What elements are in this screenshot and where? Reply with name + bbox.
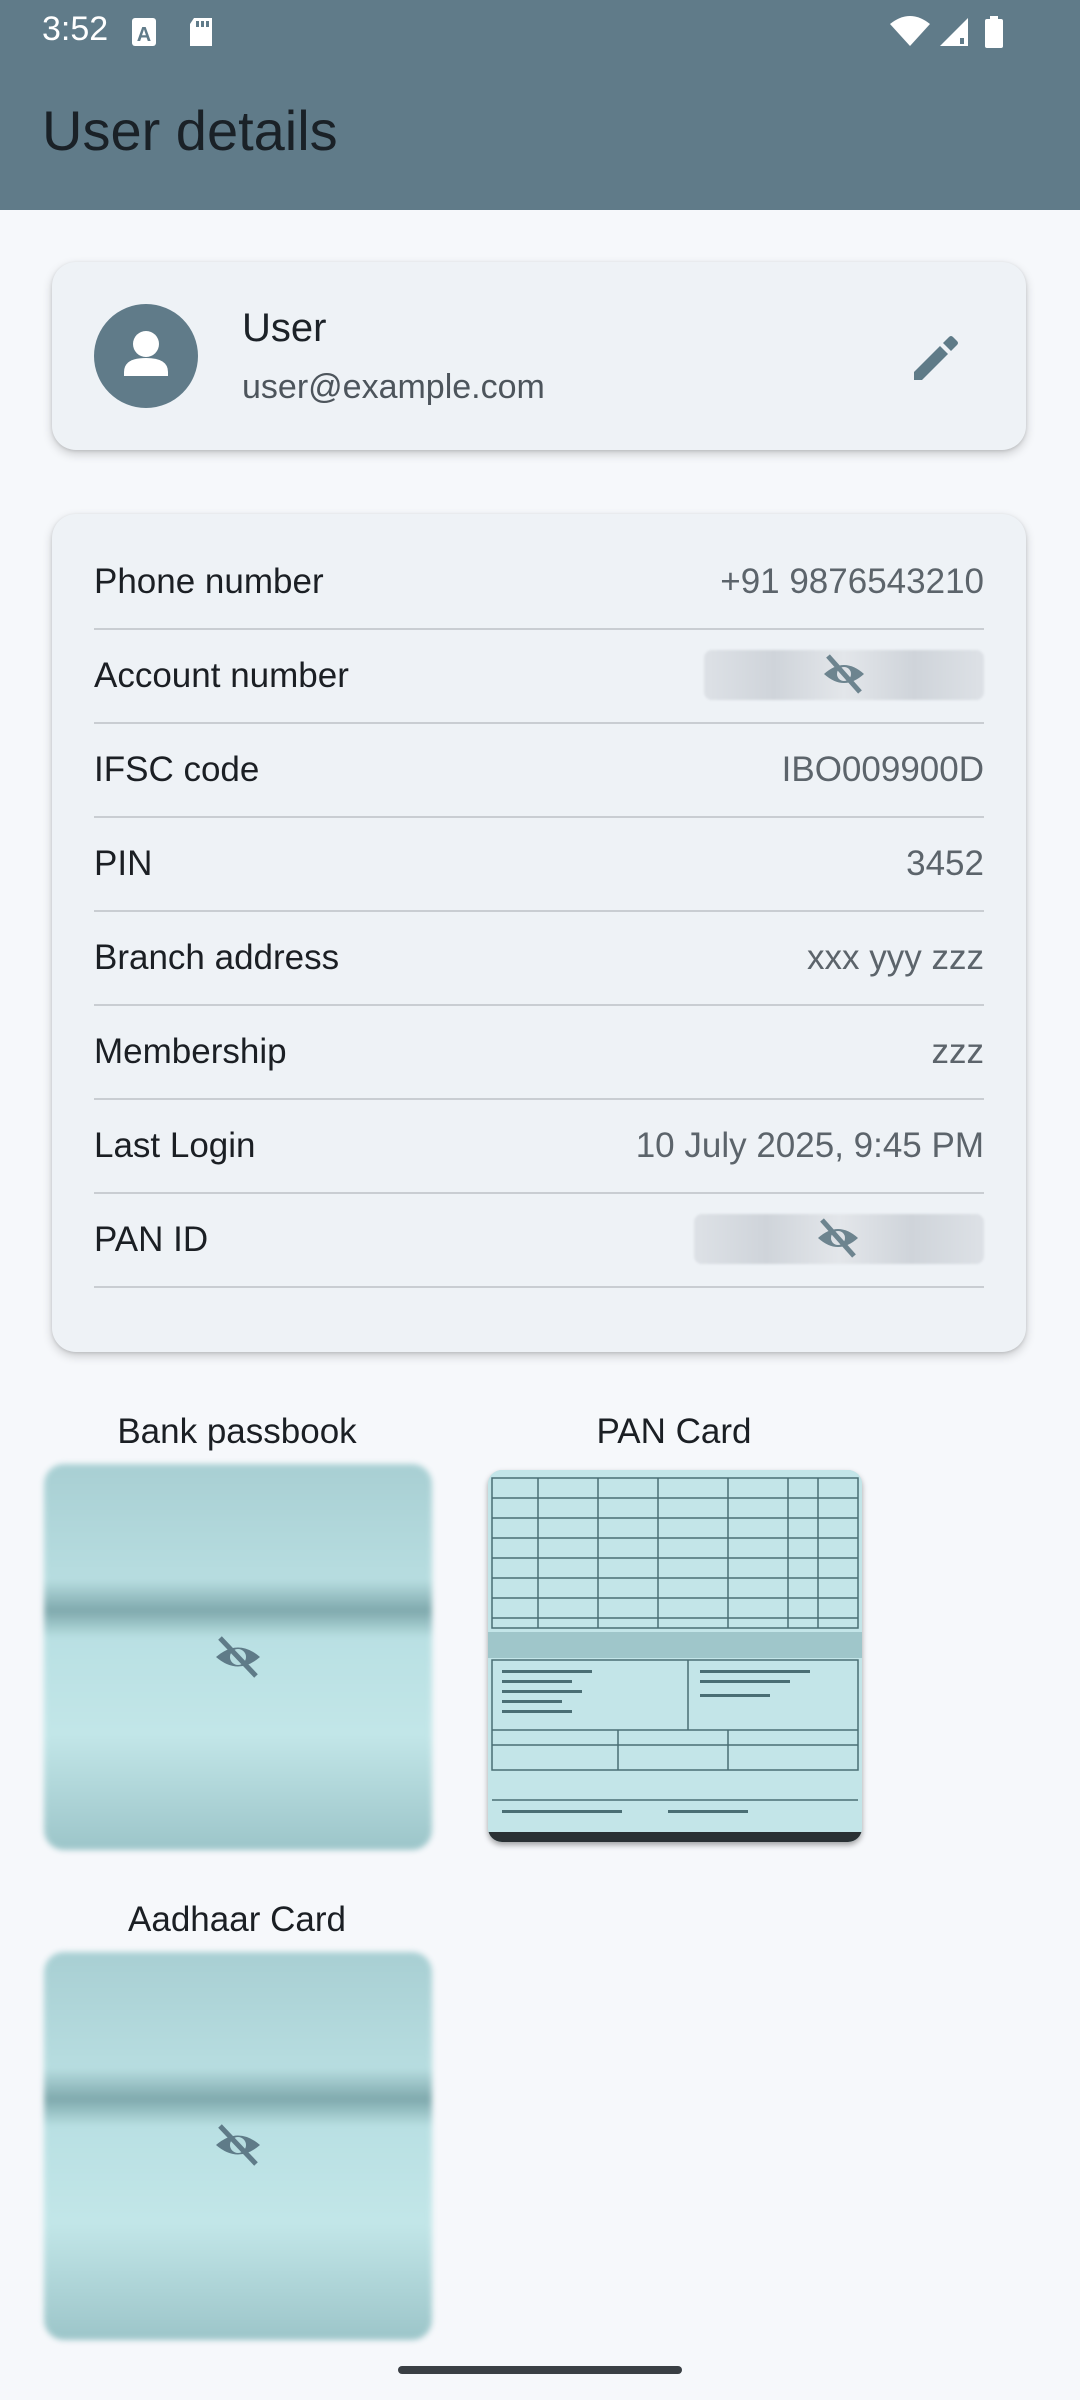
visibility-off-icon[interactable] bbox=[212, 2122, 264, 2168]
visibility-off-icon[interactable] bbox=[820, 652, 868, 696]
detail-row-pin: PIN 3452 bbox=[94, 816, 984, 912]
svg-text:A: A bbox=[137, 24, 151, 46]
detail-value: +91 9876543210 bbox=[720, 562, 984, 601]
detail-row-membership: Membership zzz bbox=[94, 1004, 984, 1100]
pan-card-image[interactable] bbox=[488, 1470, 862, 1842]
detail-label: Branch address bbox=[94, 938, 340, 977]
signal-icon bbox=[938, 14, 972, 50]
detail-value: xxx yyy zzz bbox=[807, 938, 984, 977]
edit-button[interactable] bbox=[908, 330, 964, 386]
visibility-off-icon[interactable] bbox=[814, 1216, 862, 1260]
app-bar: 3:52 A User details bbox=[0, 0, 1080, 210]
profile-card: User user@example.com bbox=[52, 262, 1026, 450]
detail-label: Last Login bbox=[94, 1126, 256, 1165]
sd-card-icon bbox=[186, 14, 216, 50]
detail-label: Phone number bbox=[94, 562, 324, 601]
detail-row-phone: Phone number +91 9876543210 bbox=[94, 534, 984, 630]
detail-row-pan-id: PAN ID bbox=[94, 1192, 984, 1288]
battery-icon bbox=[982, 14, 1006, 50]
page-title: User details bbox=[42, 99, 338, 162]
detail-row-branch-address: Branch address xxx yyy zzz bbox=[94, 910, 984, 1006]
detail-value: IBO009900D bbox=[781, 750, 984, 789]
status-bar: 3:52 A bbox=[0, 0, 1080, 64]
user-email: user@example.com bbox=[242, 368, 545, 406]
wifi-icon bbox=[888, 14, 932, 50]
detail-row-account-number: Account number bbox=[94, 628, 984, 724]
detail-value: 3452 bbox=[906, 844, 984, 883]
doc-label-aadhaar-card: Aadhaar Card bbox=[128, 1900, 346, 1939]
person-icon bbox=[124, 331, 168, 376]
detail-label: Membership bbox=[94, 1032, 287, 1071]
gesture-nav-handle[interactable] bbox=[398, 2366, 682, 2374]
detail-value: 10 July 2025, 9:45 PM bbox=[635, 1126, 984, 1165]
status-time: 3:52 bbox=[42, 10, 109, 48]
detail-label: PIN bbox=[94, 844, 153, 883]
detail-row-last-login: Last Login 10 July 2025, 9:45 PM bbox=[94, 1098, 984, 1194]
edit-pencil-icon bbox=[914, 336, 958, 380]
detail-label: Account number bbox=[94, 656, 349, 695]
detail-row-ifsc: IFSC code IBO009900D bbox=[94, 722, 984, 818]
detail-value: zzz bbox=[931, 1032, 985, 1071]
text-a-icon: A bbox=[130, 14, 160, 50]
doc-label-pan-card: PAN Card bbox=[596, 1412, 752, 1451]
avatar bbox=[94, 304, 198, 408]
detail-label: PAN ID bbox=[94, 1220, 209, 1259]
visibility-off-icon[interactable] bbox=[212, 1634, 264, 1680]
user-name: User bbox=[242, 306, 327, 350]
detail-label: IFSC code bbox=[94, 750, 260, 789]
details-card: Phone number +91 9876543210 Account numb… bbox=[52, 514, 1026, 1352]
pan-card-scan bbox=[488, 1470, 862, 1842]
doc-label-bank-passbook: Bank passbook bbox=[117, 1412, 357, 1451]
